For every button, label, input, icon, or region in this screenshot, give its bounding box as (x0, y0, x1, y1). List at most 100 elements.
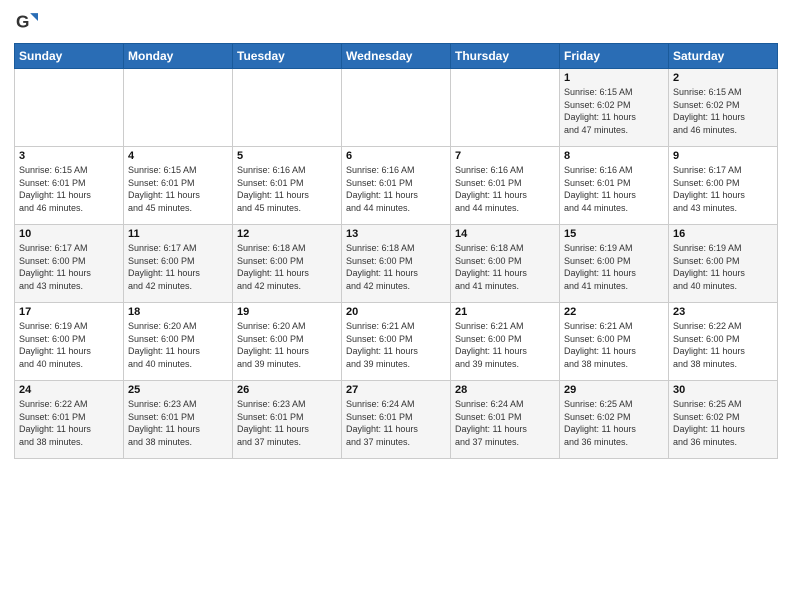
page: G SundayMondayTuesdayWednesdayThursdayFr… (0, 0, 792, 612)
day-number: 14 (455, 228, 555, 240)
day-info: Sunrise: 6:18 AM Sunset: 6:00 PM Dayligh… (346, 242, 446, 292)
day-number: 11 (128, 228, 228, 240)
day-cell-6: 6 Sunrise: 6:16 AM Sunset: 6:01 PM Daylig… (342, 147, 451, 225)
day-number: 8 (564, 150, 664, 162)
day-number: 5 (237, 150, 337, 162)
day-cell-20: 20 Sunrise: 6:21 AM Sunset: 6:00 PM Dayli… (342, 303, 451, 381)
day-number: 12 (237, 228, 337, 240)
day-cell-13: 13 Sunrise: 6:18 AM Sunset: 6:00 PM Dayli… (342, 225, 451, 303)
logo-icon: G (16, 10, 38, 32)
day-cell-29: 29Sunrise: 6:25 AM Sunset: 6:02 PM Dayli… (560, 381, 669, 459)
day-info: Sunrise: 6:24 AM Sunset: 6:01 PM Dayligh… (455, 398, 555, 448)
empty-cell (451, 69, 560, 147)
empty-cell (124, 69, 233, 147)
day-info: Sunrise: 6:16 AM Sunset: 6:01 PM Dayligh… (237, 164, 337, 214)
day-number: 7 (455, 150, 555, 162)
day-cell-22: 22 Sunrise: 6:21 AM Sunset: 6:00 PM Dayli… (560, 303, 669, 381)
day-number: 6 (346, 150, 446, 162)
day-number: 28 (455, 384, 555, 396)
day-info: Sunrise: 6:16 AM Sunset: 6:01 PM Dayligh… (564, 164, 664, 214)
day-info: Sunrise: 6:25 AM Sunset: 6:02 PM Dayligh… (673, 398, 773, 448)
weekday-header-tuesday: Tuesday (233, 44, 342, 69)
day-info: Sunrise: 6:15 AM Sunset: 6:02 PM Dayligh… (564, 86, 664, 136)
empty-cell (15, 69, 124, 147)
day-cell-16: 16 Sunrise: 6:19 AM Sunset: 6:00 PM Dayli… (669, 225, 778, 303)
week-row-3: 10 Sunrise: 6:17 AM Sunset: 6:00 PM Dayli… (15, 225, 778, 303)
weekday-header-saturday: Saturday (669, 44, 778, 69)
day-number: 16 (673, 228, 773, 240)
day-cell-1: 1 Sunrise: 6:15 AM Sunset: 6:02 PM Daylig… (560, 69, 669, 147)
day-cell-9: 9 Sunrise: 6:17 AM Sunset: 6:00 PM Daylig… (669, 147, 778, 225)
day-cell-24: 24 Sunrise: 6:22 AM Sunset: 6:01 PM Dayli… (15, 381, 124, 459)
day-number: 23 (673, 306, 773, 318)
day-info: Sunrise: 6:18 AM Sunset: 6:00 PM Dayligh… (237, 242, 337, 292)
day-number: 27 (346, 384, 446, 396)
day-info: Sunrise: 6:21 AM Sunset: 6:00 PM Dayligh… (564, 320, 664, 370)
day-info: Sunrise: 6:18 AM Sunset: 6:00 PM Dayligh… (455, 242, 555, 292)
calendar: SundayMondayTuesdayWednesdayThursdayFrid… (14, 43, 778, 459)
day-number: 30 (673, 384, 773, 396)
day-number: 10 (19, 228, 119, 240)
day-number: 24 (19, 384, 119, 396)
weekday-row: SundayMondayTuesdayWednesdayThursdayFrid… (15, 44, 778, 69)
day-info: Sunrise: 6:23 AM Sunset: 6:01 PM Dayligh… (237, 398, 337, 448)
day-cell-30: 30 Sunrise: 6:25 AM Sunset: 6:02 PM Dayli… (669, 381, 778, 459)
day-info: Sunrise: 6:17 AM Sunset: 6:00 PM Dayligh… (19, 242, 119, 292)
day-cell-4: 4 Sunrise: 6:15 AM Sunset: 6:01 PM Daylig… (124, 147, 233, 225)
day-info: Sunrise: 6:21 AM Sunset: 6:00 PM Dayligh… (455, 320, 555, 370)
week-row-1: 1 Sunrise: 6:15 AM Sunset: 6:02 PM Daylig… (15, 69, 778, 147)
day-cell-3: 3 Sunrise: 6:15 AM Sunset: 6:01 PM Daylig… (15, 147, 124, 225)
day-info: Sunrise: 6:19 AM Sunset: 6:00 PM Dayligh… (673, 242, 773, 292)
day-number: 9 (673, 150, 773, 162)
week-row-5: 24 Sunrise: 6:22 AM Sunset: 6:01 PM Dayli… (15, 381, 778, 459)
day-number: 29 (564, 384, 664, 396)
day-info: Sunrise: 6:20 AM Sunset: 6:00 PM Dayligh… (128, 320, 228, 370)
day-info: Sunrise: 6:15 AM Sunset: 6:02 PM Dayligh… (673, 86, 773, 136)
empty-cell (233, 69, 342, 147)
empty-cell (342, 69, 451, 147)
day-cell-23: 23 Sunrise: 6:22 AM Sunset: 6:00 PM Dayli… (669, 303, 778, 381)
weekday-header-sunday: Sunday (15, 44, 124, 69)
day-info: Sunrise: 6:20 AM Sunset: 6:00 PM Dayligh… (237, 320, 337, 370)
weekday-header-wednesday: Wednesday (342, 44, 451, 69)
day-cell-5: 5 Sunrise: 6:16 AM Sunset: 6:01 PM Daylig… (233, 147, 342, 225)
day-cell-2: 2 Sunrise: 6:15 AM Sunset: 6:02 PM Daylig… (669, 69, 778, 147)
day-number: 21 (455, 306, 555, 318)
day-info: Sunrise: 6:17 AM Sunset: 6:00 PM Dayligh… (673, 164, 773, 214)
day-cell-28: 28 Sunrise: 6:24 AM Sunset: 6:01 PM Dayli… (451, 381, 560, 459)
day-info: Sunrise: 6:16 AM Sunset: 6:01 PM Dayligh… (455, 164, 555, 214)
day-number: 25 (128, 384, 228, 396)
day-info: Sunrise: 6:22 AM Sunset: 6:01 PM Dayligh… (19, 398, 119, 448)
svg-text:G: G (16, 11, 29, 31)
day-cell-11: 11Sunrise: 6:17 AM Sunset: 6:00 PM Dayli… (124, 225, 233, 303)
day-number: 17 (19, 306, 119, 318)
day-cell-25: 25Sunrise: 6:23 AM Sunset: 6:01 PM Dayli… (124, 381, 233, 459)
day-number: 2 (673, 72, 773, 84)
day-info: Sunrise: 6:16 AM Sunset: 6:01 PM Dayligh… (346, 164, 446, 214)
day-info: Sunrise: 6:22 AM Sunset: 6:00 PM Dayligh… (673, 320, 773, 370)
weekday-header-thursday: Thursday (451, 44, 560, 69)
day-info: Sunrise: 6:15 AM Sunset: 6:01 PM Dayligh… (19, 164, 119, 214)
day-number: 18 (128, 306, 228, 318)
day-cell-8: 8 Sunrise: 6:16 AM Sunset: 6:01 PM Daylig… (560, 147, 669, 225)
day-info: Sunrise: 6:24 AM Sunset: 6:01 PM Dayligh… (346, 398, 446, 448)
day-number: 3 (19, 150, 119, 162)
day-info: Sunrise: 6:19 AM Sunset: 6:00 PM Dayligh… (19, 320, 119, 370)
day-info: Sunrise: 6:19 AM Sunset: 6:00 PM Dayligh… (564, 242, 664, 292)
day-cell-7: 7 Sunrise: 6:16 AM Sunset: 6:01 PM Daylig… (451, 147, 560, 225)
day-cell-15: 15Sunrise: 6:19 AM Sunset: 6:00 PM Dayli… (560, 225, 669, 303)
day-info: Sunrise: 6:15 AM Sunset: 6:01 PM Dayligh… (128, 164, 228, 214)
day-cell-19: 19Sunrise: 6:20 AM Sunset: 6:00 PM Dayli… (233, 303, 342, 381)
day-number: 20 (346, 306, 446, 318)
calendar-header: SundayMondayTuesdayWednesdayThursdayFrid… (15, 44, 778, 69)
week-row-4: 17 Sunrise: 6:19 AM Sunset: 6:00 PM Dayli… (15, 303, 778, 381)
day-number: 22 (564, 306, 664, 318)
day-info: Sunrise: 6:21 AM Sunset: 6:00 PM Dayligh… (346, 320, 446, 370)
day-number: 4 (128, 150, 228, 162)
day-cell-14: 14 Sunrise: 6:18 AM Sunset: 6:00 PM Dayli… (451, 225, 560, 303)
week-row-2: 3 Sunrise: 6:15 AM Sunset: 6:01 PM Daylig… (15, 147, 778, 225)
weekday-header-friday: Friday (560, 44, 669, 69)
day-number: 1 (564, 72, 664, 84)
day-number: 26 (237, 384, 337, 396)
day-number: 13 (346, 228, 446, 240)
